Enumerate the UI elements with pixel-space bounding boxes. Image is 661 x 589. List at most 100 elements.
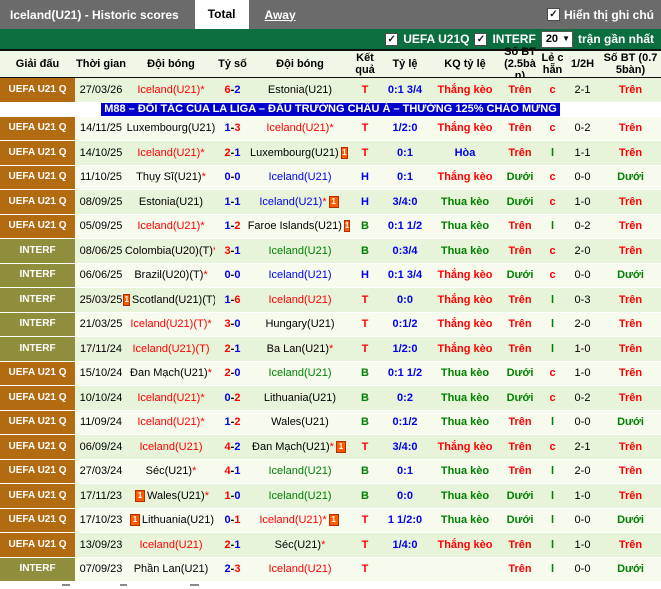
match-row: UEFA U21 Q 06/09/24 Iceland(U21) 4-2 Đan Mạc…: [0, 435, 661, 460]
match-row: UEFA U21 Q 05/09/25 Iceland(U21) * 1-2 Faroe …: [0, 214, 661, 239]
tab-total[interactable]: Total: [194, 0, 249, 29]
league-label: UEFA U21 Q: [8, 367, 67, 379]
odd-even-flag: c: [549, 244, 556, 257]
title-bar: Iceland(U21) - Historic scores Total Awa…: [0, 0, 661, 29]
goals-075-cell: Dưới: [600, 557, 661, 582]
odd-even-flag: l: [550, 465, 555, 478]
league-label: UEFA U21 Q: [8, 416, 67, 428]
header-score: Tỷ số: [215, 49, 250, 78]
show-notes-checkbox[interactable]: ✓: [547, 8, 560, 21]
away-team-cell: Séc(U21) *: [250, 533, 350, 558]
over-under-075: Dưới: [617, 171, 644, 184]
away-goals: 1: [234, 195, 241, 208]
over-under-075: Trên: [618, 83, 643, 96]
away-team-name: Iceland(U21): [268, 244, 332, 257]
result-cell: B: [350, 214, 380, 239]
away-goals: 2: [234, 391, 241, 404]
league-cell: INTERF: [0, 288, 75, 313]
odd-even-flag: c: [549, 83, 556, 96]
score-cell: 0-1: [215, 508, 250, 533]
league-cell: UEFA U21 Q: [0, 386, 75, 411]
score-cell: 2-0: [215, 361, 250, 386]
result-letter: B: [361, 391, 369, 404]
handicap-odds: 0:1/2: [392, 416, 418, 429]
over-under-25: Dưới: [506, 489, 534, 502]
home-team-cell: 1Scotland(U21)(T)*: [123, 288, 221, 313]
date-cell: 25/03/25: [75, 288, 127, 313]
away-team-name: Iceland(U21): [259, 514, 323, 527]
half-time-score: 2-0: [574, 465, 591, 478]
date-cell: 08/09/25: [75, 190, 127, 215]
home-team-cell: Phần Lan(U21): [127, 557, 215, 582]
goals-075-cell: Dưới: [600, 410, 661, 435]
tab-away[interactable]: Away: [265, 8, 296, 22]
over-under-25: Trên: [508, 342, 532, 355]
match-date: 06/06/25: [79, 269, 123, 282]
odds-result-cell: Thua kèo: [430, 508, 500, 533]
odds-cell: 0:1: [380, 141, 430, 166]
odd-even-cell: l: [540, 410, 565, 435]
match-count-select[interactable]: 20 ▼: [540, 30, 573, 48]
half-time-score: 0-3: [574, 293, 591, 306]
date-cell: 14/11/25: [75, 116, 127, 141]
league-label: INTERF: [19, 269, 56, 281]
half-score-cell: 1-0: [565, 533, 600, 558]
league-label: INTERF: [19, 293, 56, 305]
odds-cell: 3/4:0: [380, 190, 430, 215]
goals-075-cell: Trên: [600, 435, 661, 460]
table-header-row: Giải đấu Thời gian Đội bóng Tỷ số Đội bó…: [0, 46, 661, 82]
away-team-name: Iceland(U21): [268, 367, 332, 380]
home-team-name: Iceland(U21): [139, 538, 203, 551]
favorite-star: *: [200, 83, 205, 96]
league-label: INTERF: [19, 244, 56, 256]
date-cell: 17/11/24: [75, 337, 127, 362]
odd-even-cell: c: [540, 435, 565, 460]
over-under-075: Trên: [618, 122, 643, 135]
away-team-name: Iceland(U21): [266, 122, 330, 135]
half-time-score: 0-0: [574, 416, 591, 429]
half-score-cell: 1-0: [565, 361, 600, 386]
favorite-star: *: [200, 391, 205, 404]
over-under-075: Trên: [618, 244, 643, 257]
odd-even-cell: l: [540, 557, 565, 582]
half-time-score: 1-0: [574, 367, 591, 380]
result-cell: T: [350, 557, 380, 582]
match-date: 17/10/23: [79, 514, 123, 527]
over-under-075: Trên: [618, 538, 643, 551]
favorite-star: *: [207, 367, 212, 380]
league-cell: UEFA U21 Q: [0, 533, 75, 558]
odds-result: Thua kèo: [440, 489, 490, 502]
favorite-star: *: [201, 171, 206, 184]
odds-result: Thua kèo: [440, 391, 490, 404]
away-goals: 2: [234, 220, 241, 233]
match-row: UEFA U21 Q 27/03/24 Séc(U21) * 4-1 Iceland(U2…: [0, 459, 661, 484]
uefa-u21q-checkbox[interactable]: ✓: [385, 32, 399, 46]
date-cell: 05/09/25: [75, 214, 127, 239]
match-row: UEFA U21 Q 17/11/23 1 Wales(U21) * 1-0 Iceland…: [0, 484, 661, 509]
half-score-cell: 1-0: [565, 190, 600, 215]
odds-result: Thua kèo: [440, 514, 490, 527]
interf-checkbox[interactable]: ✓: [474, 32, 488, 46]
date-cell: 14/10/25: [75, 141, 127, 166]
goals-075-cell: Trên: [600, 214, 661, 239]
home-team-name: Estonia(U21): [138, 195, 204, 208]
ad-banner-row[interactable]: M88 – ĐỐI TÁC CỦA LA LIGA – ĐẤU TRƯỜNG C…: [0, 102, 661, 117]
over-under-25: Dưới: [506, 171, 534, 184]
odds-result: Thua kèo: [440, 195, 490, 208]
odd-even-flag: l: [550, 293, 555, 306]
half-time-score: 1-0: [574, 489, 591, 502]
match-date: 21/03/25: [79, 318, 123, 331]
home-team-cell: Thụy Sĩ(U21) *: [127, 165, 215, 190]
handicap-odds: 3/4:0: [392, 440, 418, 453]
favorite-star: *: [321, 538, 326, 551]
score-cell: 2-1: [215, 533, 250, 558]
over-under-25: Trên: [508, 538, 532, 551]
away-team-cell: Iceland(U21): [250, 239, 350, 264]
match-date: 05/09/25: [79, 220, 123, 233]
score-cell: 4-1: [215, 459, 250, 484]
odds-result-cell: Thắng kèo: [430, 165, 500, 190]
odds-cell: 0:1: [380, 459, 430, 484]
over-under-075: Trên: [618, 391, 643, 404]
score-cell: 2-1: [215, 337, 250, 362]
odd-even-cell: l: [540, 288, 565, 313]
